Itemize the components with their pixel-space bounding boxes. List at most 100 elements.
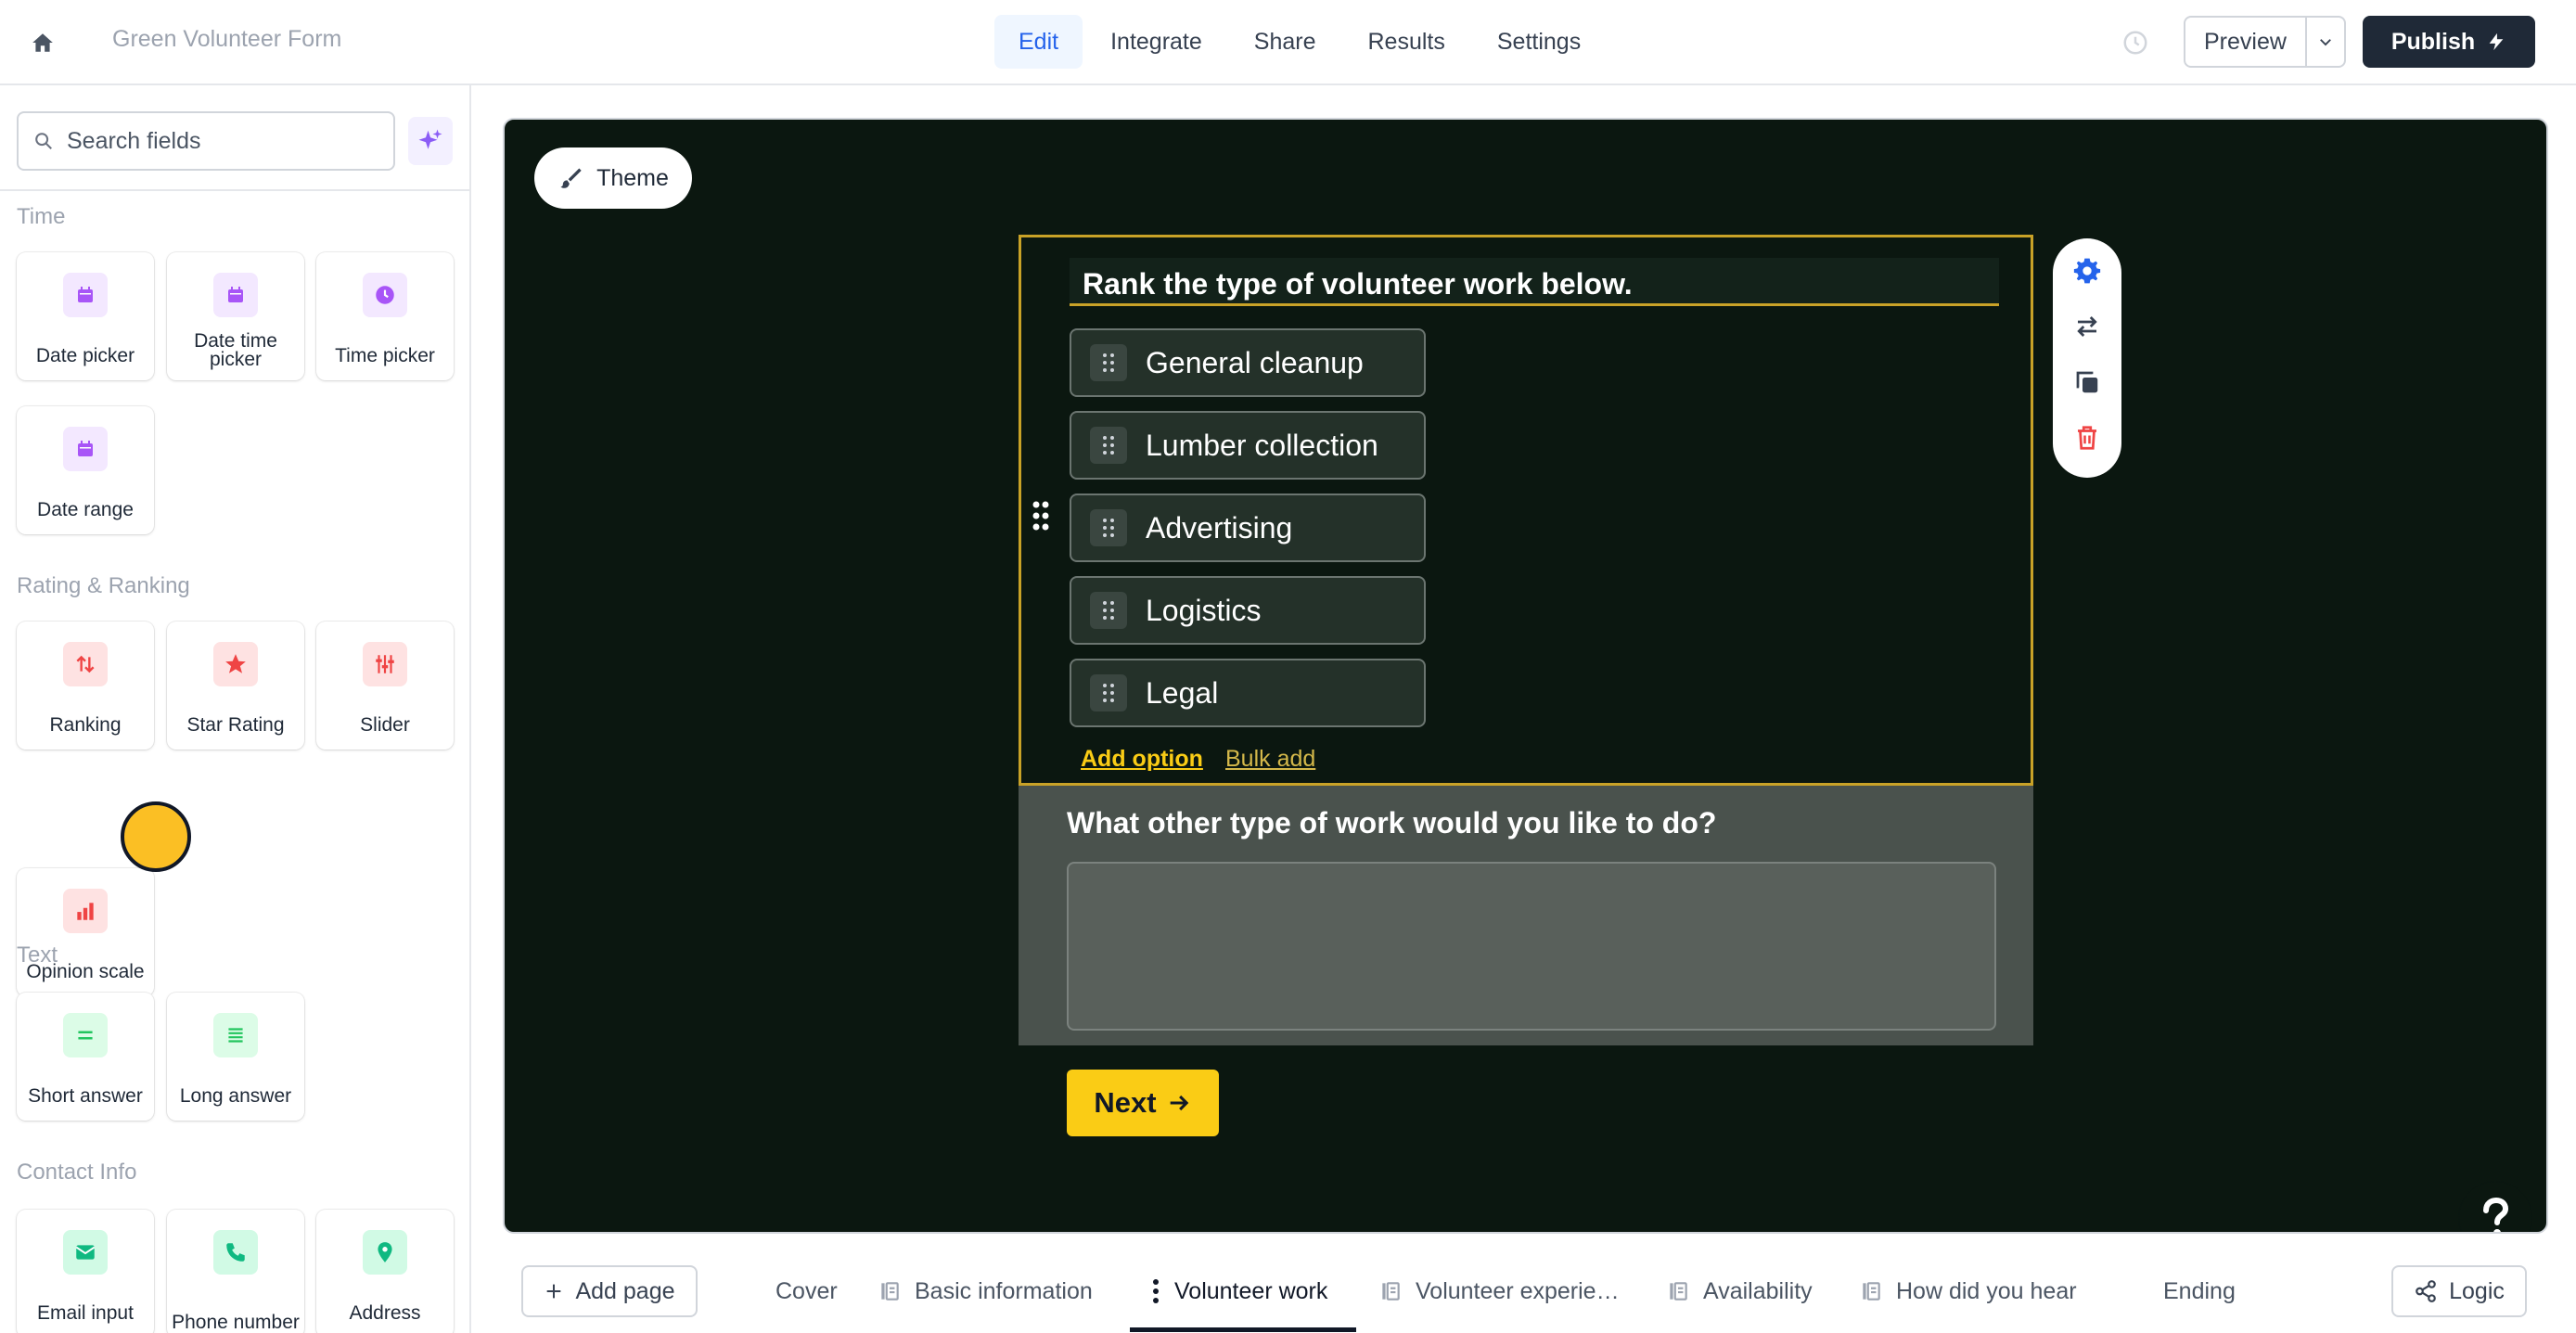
copy-icon[interactable] (2069, 363, 2106, 402)
grip-icon[interactable] (1090, 344, 1127, 381)
logic-button[interactable]: Logic (2391, 1265, 2527, 1317)
sliders-icon (363, 642, 407, 686)
lightning-icon (2489, 32, 2504, 51)
drag-cursor-indicator (121, 801, 191, 872)
map-pin-icon (363, 1230, 407, 1275)
ranking-option[interactable]: Logistics (1070, 576, 1426, 645)
next-button[interactable]: Next (1067, 1070, 1219, 1136)
form-canvas: Theme Rank the type of volunteer work be… (503, 118, 2548, 1234)
page-tab-label: Volunteer work (1174, 1277, 1328, 1304)
ranking-option[interactable]: Lumber collection (1070, 411, 1426, 480)
page-tab-how-did-you-hear[interactable]: How did you hear (1859, 1265, 2077, 1317)
field-label: Date range (37, 499, 134, 520)
tab-share[interactable]: Share (1230, 15, 1340, 69)
page-tab-ending[interactable]: Ending (2163, 1265, 2236, 1317)
tab-integrate[interactable]: Integrate (1086, 15, 1226, 69)
main-nav: Edit Integrate Share Results Settings (994, 15, 1608, 69)
field-label: Long answer (179, 1085, 292, 1107)
page-tab-availability[interactable]: Availability (1666, 1265, 1813, 1317)
sidebar-divider (0, 189, 469, 191)
field-star-rating[interactable]: Star Rating (167, 622, 304, 750)
field-date-picker[interactable]: Date picker (17, 252, 154, 380)
field-email-input[interactable]: Email input (17, 1210, 154, 1333)
section-title-time: Time (17, 204, 66, 229)
bulk-add-link[interactable]: Bulk add (1225, 746, 1315, 773)
active-page-indicator (1130, 1327, 1356, 1332)
tab-settings[interactable]: Settings (1473, 15, 1605, 69)
add-option-link[interactable]: Add option (1081, 746, 1203, 773)
field-opinion-scale[interactable]: Opinion scale (17, 868, 154, 996)
tab-edit[interactable]: Edit (994, 15, 1083, 69)
page-tab-label: Ending (2163, 1277, 2236, 1304)
grip-icon[interactable] (1090, 509, 1127, 546)
page-tab-volunteer-experience[interactable]: Volunteer experie… (1378, 1265, 1620, 1317)
block-drag-handle[interactable] (1031, 499, 1051, 532)
arrow-right-icon (1170, 1095, 1188, 1111)
bar-chart-icon (63, 889, 108, 933)
version-history-button[interactable] (2117, 24, 2154, 61)
field-label: Star Rating (186, 714, 285, 736)
field-short-answer[interactable]: Short answer (17, 993, 154, 1121)
logic-label: Logic (2449, 1277, 2505, 1304)
ranking-question-block[interactable]: Rank the type of volunteer work below. G… (1019, 235, 2033, 786)
text-question-block[interactable]: What other type of work would you like t… (1019, 786, 2033, 1045)
vertical-dots-icon (1153, 1279, 1159, 1303)
envelope-icon (63, 1230, 108, 1275)
theme-button[interactable]: Theme (534, 147, 692, 209)
trash-icon[interactable] (2069, 418, 2106, 457)
field-date-range[interactable]: Date range (17, 406, 154, 534)
publish-button[interactable]: Publish (2363, 16, 2535, 68)
page-tab-cover[interactable]: Cover (775, 1265, 838, 1317)
field-slider[interactable]: Slider (316, 622, 454, 750)
tab-results[interactable]: Results (1344, 15, 1469, 69)
theme-label: Theme (596, 164, 669, 191)
ranking-option[interactable]: General cleanup (1070, 328, 1426, 397)
search-icon (35, 133, 52, 149)
help-button[interactable] (2458, 1181, 2532, 1232)
home-icon (32, 33, 53, 52)
field-label: Short answer (28, 1085, 143, 1107)
ranking-option[interactable]: Advertising (1070, 493, 1426, 562)
grip-icon[interactable] (1090, 427, 1127, 464)
gear-icon[interactable] (2069, 251, 2106, 290)
swap-arrows-icon[interactable] (2069, 307, 2106, 346)
page-tab-volunteer-work[interactable]: Volunteer work (1150, 1265, 1327, 1317)
section-title-contact: Contact Info (17, 1160, 137, 1185)
field-time-picker[interactable]: Time picker (316, 252, 454, 380)
page-tab-label: Availability (1703, 1277, 1813, 1304)
grip-icon (1032, 501, 1049, 531)
sparkles-icon (418, 129, 442, 149)
ranking-option-label: General cleanup (1146, 345, 1364, 379)
grip-icon[interactable] (1090, 674, 1127, 711)
long-answer-textarea[interactable] (1067, 862, 1996, 1031)
ai-generate-button[interactable] (408, 117, 453, 165)
page-tab-label: Volunteer experie… (1416, 1277, 1620, 1304)
question-title-field[interactable]: Rank the type of volunteer work below. (1070, 258, 1999, 306)
calendar-icon (63, 427, 108, 471)
ranking-option-label: Logistics (1146, 593, 1262, 627)
preview-button[interactable]: Preview (2185, 18, 2307, 66)
clock-icon (2123, 31, 2147, 55)
publish-label: Publish (2390, 28, 2476, 55)
question-toolbar (2053, 238, 2121, 478)
grip-icon[interactable] (1090, 592, 1127, 629)
ranking-option[interactable]: Legal (1070, 659, 1426, 727)
field-ranking[interactable]: Ranking (17, 622, 154, 750)
question-title: Rank the type of volunteer work below. (1083, 267, 1633, 301)
field-address[interactable]: Address (316, 1210, 454, 1333)
home-button[interactable] (24, 24, 61, 61)
field-label: Address (349, 1302, 421, 1324)
field-long-answer[interactable]: Long answer (167, 993, 304, 1121)
ranking-option-label: Lumber collection (1146, 428, 1378, 462)
page-form-icon (1670, 1282, 1687, 1301)
page-tab-basic-information[interactable]: Basic information (878, 1265, 1093, 1317)
preview-group: Preview (2184, 16, 2346, 68)
search-fields-input[interactable] (67, 127, 373, 155)
field-date-time-picker[interactable]: Date time picker (167, 252, 304, 380)
field-phone-number[interactable]: Phone number (167, 1210, 304, 1333)
add-page-button[interactable]: Add page (521, 1265, 698, 1317)
page-form-icon (881, 1282, 899, 1301)
form-title[interactable]: Green Volunteer Form (112, 26, 341, 53)
field-label: Email input (37, 1302, 134, 1324)
preview-dropdown-button[interactable] (2307, 18, 2344, 66)
